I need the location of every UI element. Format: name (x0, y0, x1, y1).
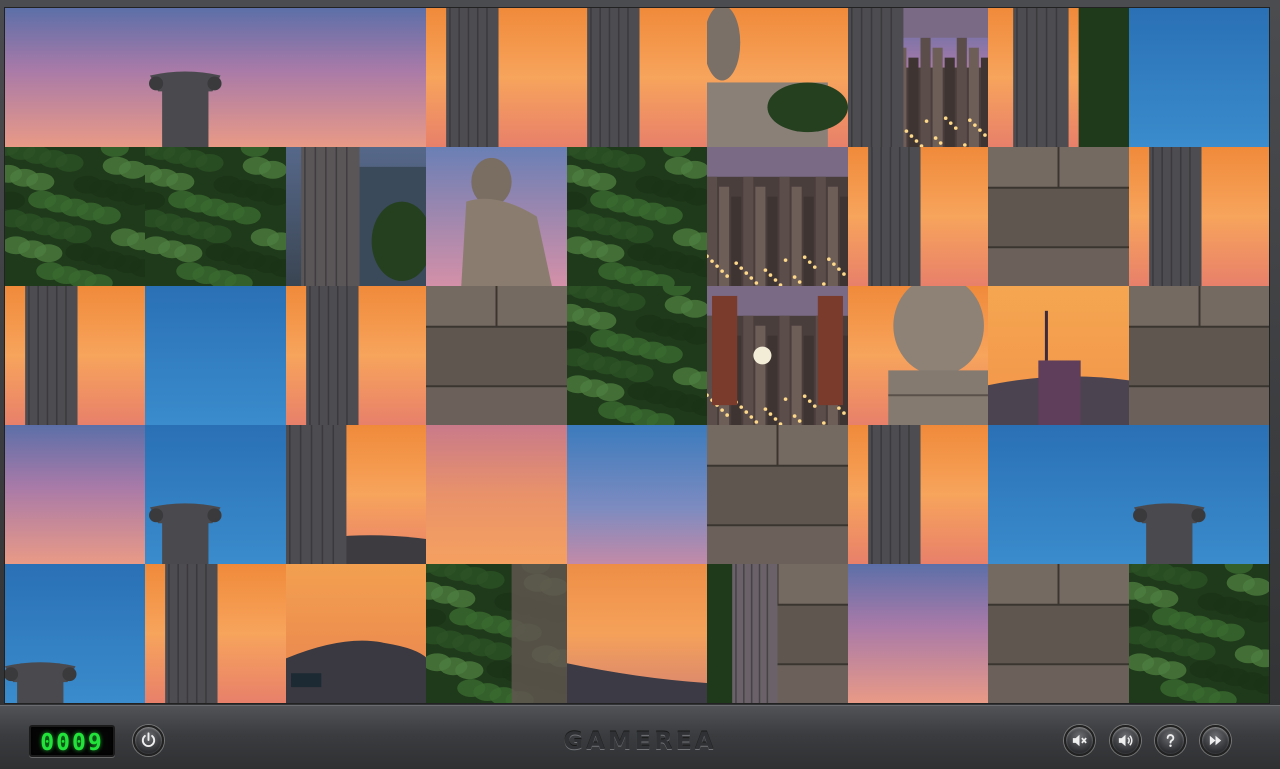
puzzle-tile[interactable] (145, 425, 287, 564)
sound-off-icon (1072, 734, 1087, 747)
puzzle-tile[interactable] (847, 8, 989, 147)
puzzle-tile[interactable] (847, 425, 989, 564)
puzzle-tile[interactable] (707, 147, 849, 286)
puzzle-tile[interactable] (1128, 8, 1269, 147)
puzzle-tile[interactable] (707, 425, 849, 564)
fast-forward-icon (1209, 735, 1222, 746)
puzzle-tile[interactable] (988, 564, 1130, 703)
puzzle-tile[interactable] (566, 8, 708, 147)
sound-button[interactable] (1110, 725, 1141, 756)
puzzle-tile[interactable] (566, 564, 708, 703)
help-button[interactable] (1155, 725, 1186, 756)
puzzle-tile[interactable] (566, 425, 708, 564)
puzzle-tile[interactable] (707, 8, 849, 147)
puzzle-tile[interactable] (285, 147, 427, 286)
power-icon (141, 732, 156, 747)
puzzle-tile[interactable] (1128, 425, 1269, 564)
puzzle-tile[interactable] (988, 286, 1130, 425)
puzzle-tile[interactable] (285, 8, 427, 147)
puzzle-tile[interactable] (426, 8, 568, 147)
puzzle-tile[interactable] (988, 8, 1130, 147)
puzzle-tile[interactable] (1128, 286, 1269, 425)
sound-on-icon (1118, 734, 1133, 747)
puzzle-tile[interactable] (426, 564, 568, 703)
puzzle-tile[interactable] (145, 147, 287, 286)
puzzle-tile[interactable] (847, 564, 989, 703)
puzzle-tile[interactable] (566, 147, 708, 286)
puzzle-tile[interactable] (426, 147, 568, 286)
toolbar: 0009 GAMEREA (0, 705, 1280, 769)
puzzle-tile[interactable] (5, 286, 146, 425)
puzzle-tile[interactable] (988, 147, 1130, 286)
puzzle-tile[interactable] (426, 425, 568, 564)
puzzle-tile[interactable] (5, 8, 146, 147)
puzzle-tile[interactable] (1128, 147, 1269, 286)
puzzle-board[interactable] (5, 8, 1269, 703)
puzzle-tile[interactable] (847, 286, 989, 425)
puzzle-tile[interactable] (988, 425, 1130, 564)
puzzle-tile[interactable] (707, 564, 849, 703)
puzzle-tile[interactable] (426, 286, 568, 425)
puzzle-tile[interactable] (145, 8, 287, 147)
help-icon (1166, 734, 1175, 747)
puzzle-tile[interactable] (5, 564, 146, 703)
puzzle-tile[interactable] (566, 286, 708, 425)
puzzle-tile[interactable] (847, 147, 989, 286)
power-button[interactable] (133, 725, 164, 756)
next-button[interactable] (1200, 725, 1231, 756)
puzzle-tile[interactable] (5, 147, 146, 286)
puzzle-tile[interactable] (285, 425, 427, 564)
game-window: 0009 GAMEREA (0, 0, 1280, 769)
puzzle-tile[interactable] (285, 564, 427, 703)
puzzle-tile[interactable] (145, 564, 287, 703)
puzzle-tile[interactable] (707, 286, 849, 425)
puzzle-tile[interactable] (285, 286, 427, 425)
puzzle-tile[interactable] (145, 286, 287, 425)
brand-logo: GAMEREA (563, 727, 717, 755)
mute-button[interactable] (1064, 725, 1095, 756)
timer-display: 0009 (29, 725, 115, 757)
puzzle-tile[interactable] (1128, 564, 1269, 703)
puzzle-tile[interactable] (5, 425, 146, 564)
